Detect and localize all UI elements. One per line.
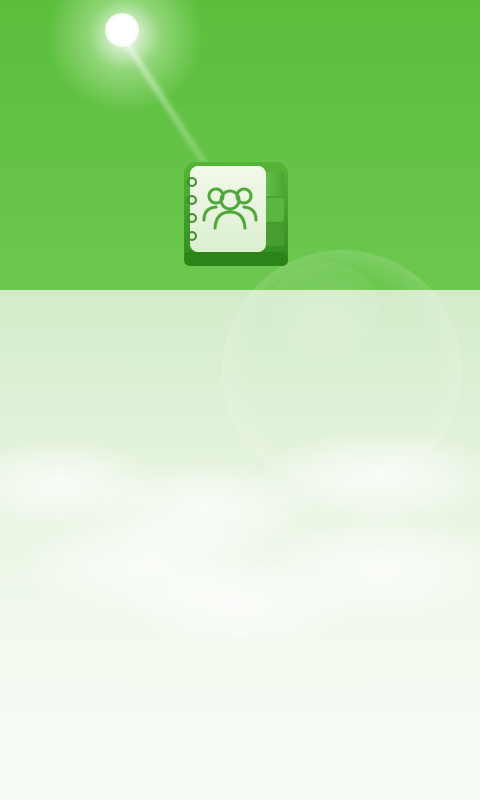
- lens-flare-spot: [270, 262, 380, 357]
- cloud-layer: [0, 430, 480, 660]
- sun-icon: [105, 13, 139, 47]
- splash-screen: [0, 0, 480, 800]
- address-book-icon: [182, 160, 292, 272]
